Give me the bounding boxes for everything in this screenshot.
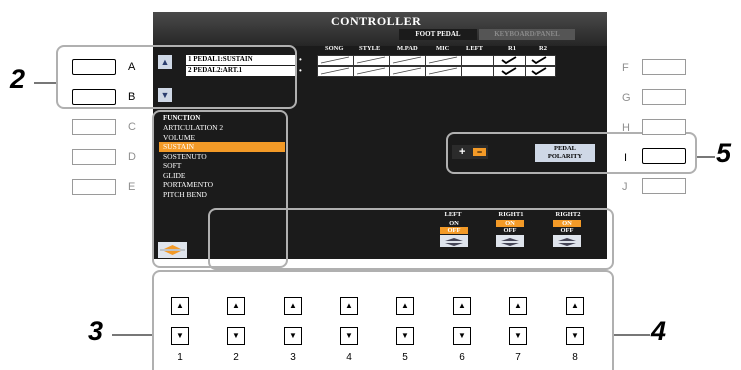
dial-5-up-button[interactable]: ▲ [396,297,414,315]
button-g[interactable] [642,89,686,105]
button-c-label: C [128,121,136,133]
dial-2-down-button[interactable]: ▼ [227,327,245,345]
button-i[interactable] [642,148,686,164]
pedal-row-1-marker: • [299,55,302,64]
dial-5-down-button[interactable]: ▼ [396,327,414,345]
button-f-label: F [622,62,629,74]
dial-4-number: 4 [346,352,352,363]
button-i-label: I [624,152,628,164]
dial-3-up-button[interactable]: ▲ [284,297,302,315]
button-b-label: B [128,91,136,103]
callout-number-3: 3 [88,316,104,346]
dial-2-up-button[interactable]: ▲ [227,297,245,315]
dial-6-down-button[interactable]: ▼ [453,327,471,345]
dial-1-down-button[interactable]: ▼ [171,327,189,345]
dial-5-number: 5 [402,352,408,363]
dial-1-number: 1 [177,352,183,363]
pedal-part-grid[interactable] [317,55,557,77]
button-c[interactable] [72,119,116,135]
tab-foot-pedal[interactable]: FOOT PEDAL [399,29,477,40]
pedal-row-2-marker: • [299,66,302,75]
button-e[interactable] [72,179,116,195]
dial-6-up-button[interactable]: ▲ [453,297,471,315]
button-d[interactable] [72,149,116,165]
screen-title: CONTROLLER [331,14,422,28]
callout-number-4: 4 [651,316,667,346]
col-r1: R1 [508,45,516,52]
dial-2-number: 2 [233,352,239,363]
dial-3-number: 3 [290,352,296,363]
button-g-label: G [622,92,631,104]
button-h[interactable] [642,119,686,135]
button-d-label: D [128,151,136,163]
dial-7-up-button[interactable]: ▲ [509,297,527,315]
callout-box-4-top [208,208,614,270]
callout-line-2 [34,82,56,84]
dial-7-number: 7 [515,352,521,363]
dial-8-up-button[interactable]: ▲ [566,297,584,315]
dial-4-up-button[interactable]: ▲ [340,297,358,315]
button-j-label: J [622,181,628,193]
dial-8-number: 8 [572,352,578,363]
button-b[interactable] [72,89,116,105]
button-a-label: A [128,61,136,73]
callout-box-dials [152,270,614,370]
callout-number-2: 2 [10,64,26,94]
col-song: SONG [325,45,344,52]
dial-7-down-button[interactable]: ▼ [509,327,527,345]
button-h-label: H [622,122,630,134]
dial-3-down-button[interactable]: ▼ [284,327,302,345]
button-f[interactable] [642,59,686,75]
callout-line-3 [112,334,152,336]
col-left: LEFT [466,45,483,52]
col-style: STYLE [359,45,381,52]
dial-8-down-button[interactable]: ▼ [566,327,584,345]
dial-6-number: 6 [459,352,465,363]
dial-1-up-button[interactable]: ▲ [171,297,189,315]
tab-keyboard-panel[interactable]: KEYBOARD/PANEL [479,29,575,40]
col-r2: R2 [539,45,547,52]
col-mpad: M.PAD [397,45,418,52]
dial-4-down-button[interactable]: ▼ [340,327,358,345]
button-a[interactable] [72,59,116,75]
button-e-label: E [128,181,136,193]
button-j[interactable] [642,178,686,194]
callout-line-5 [697,156,715,158]
col-mic: MIC [436,45,450,52]
callout-number-5: 5 [716,138,732,168]
callout-line-4 [614,334,650,336]
